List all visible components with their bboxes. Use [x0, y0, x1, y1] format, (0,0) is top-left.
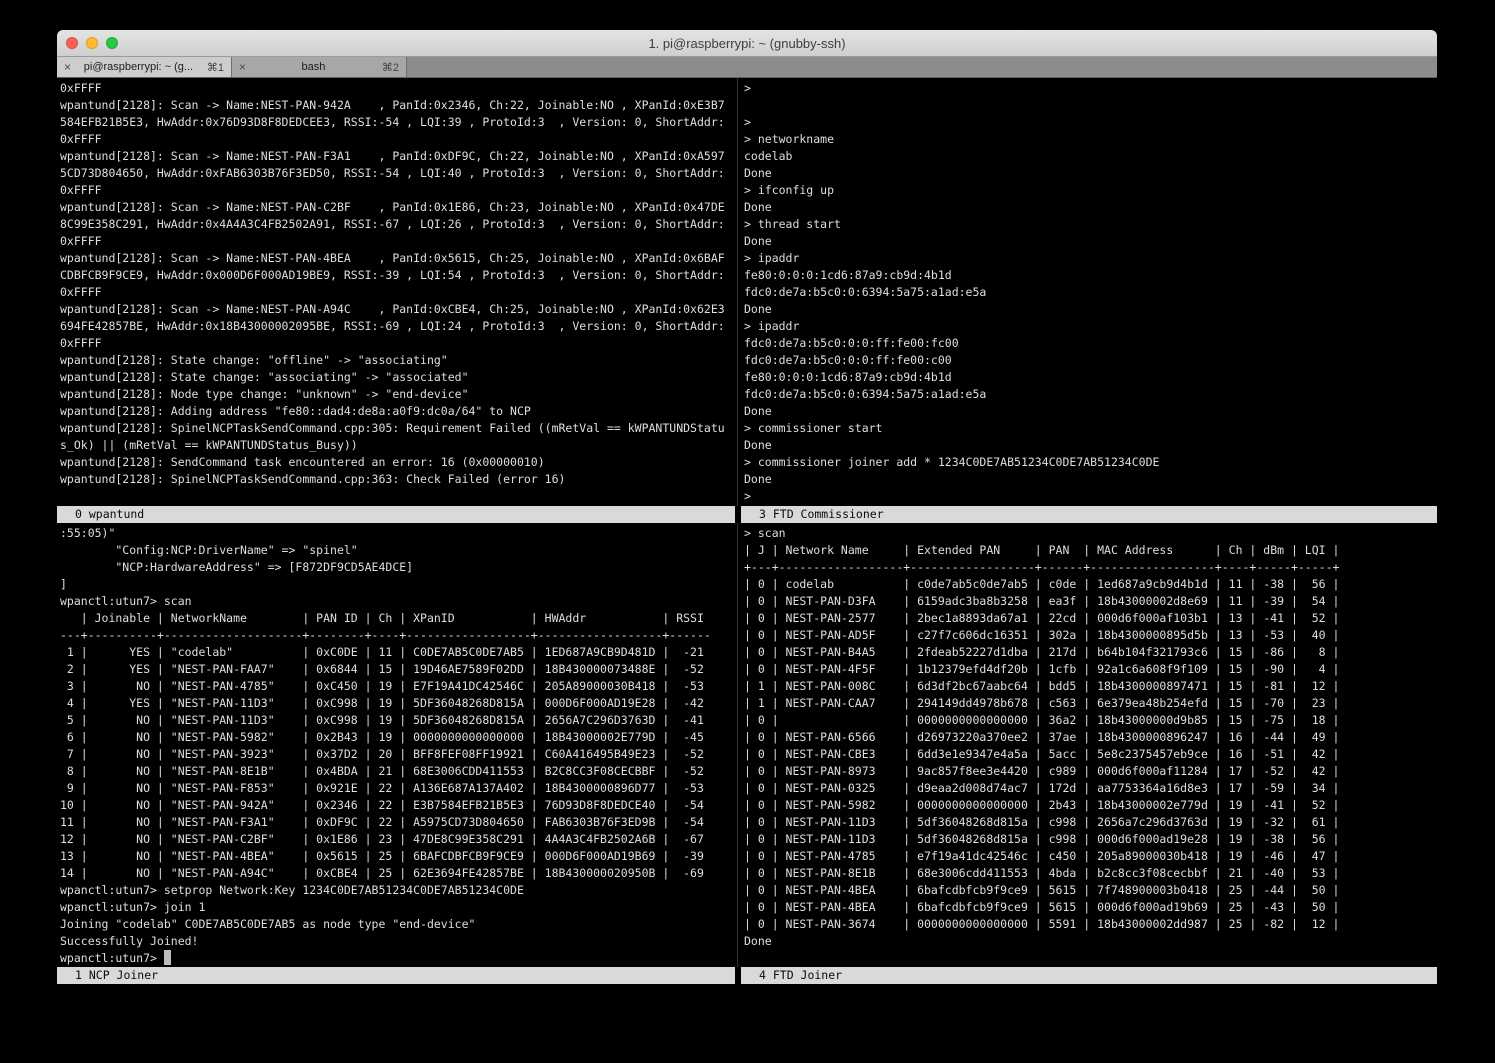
- traffic-lights: [57, 37, 118, 49]
- tmux-session: 0xFFFF wpantund[2128]: Scan -> Name:NEST…: [57, 78, 1437, 1035]
- minimize-window-button[interactable]: [86, 37, 98, 49]
- pane-title-wpantund: 0 wpantund: [57, 506, 735, 523]
- pane-wpantund-output[interactable]: 0xFFFF wpantund[2128]: Scan -> Name:NEST…: [57, 78, 735, 506]
- pane-ftd-commissioner-output[interactable]: > > > networkname codelab Done > ifconfi…: [741, 78, 1437, 506]
- pane-ncp-joiner[interactable]: :55:05)" "Config:NCP:DriverName" => "spi…: [57, 523, 735, 967]
- tab-label: pi@raspberrypi: ~ (g...: [76, 61, 201, 73]
- terminal-empty-area: [57, 984, 1437, 1035]
- close-tab-icon[interactable]: ×: [239, 60, 251, 74]
- tab-bash[interactable]: × bash ⌘2: [232, 57, 407, 77]
- desktop-background: 1. pi@raspberrypi: ~ (gnubby-ssh) × pi@r…: [0, 0, 1495, 1063]
- zoom-window-button[interactable]: [106, 37, 118, 49]
- pane-title-row-bottom: 1 NCP Joiner 4 FTD Joiner: [57, 967, 1437, 984]
- close-window-button[interactable]: [66, 37, 78, 49]
- pane-ftd-joiner-output[interactable]: > scan | J | Network Name | Extended PAN…: [741, 523, 1437, 967]
- pane-title-ftd-commissioner: 3 FTD Commissioner: [741, 506, 1437, 523]
- window-titlebar[interactable]: 1. pi@raspberrypi: ~ (gnubby-ssh): [57, 30, 1437, 57]
- tab-bar-empty-area: [407, 57, 1437, 77]
- tab-shortcut: ⌘2: [376, 61, 399, 74]
- tab-label: bash: [251, 61, 376, 73]
- pane-title-gap: [735, 967, 741, 984]
- tab-shortcut: ⌘1: [201, 61, 224, 74]
- pane-title-gap: [735, 506, 741, 523]
- vertical-pane-divider[interactable]: [735, 78, 741, 506]
- pane-title-row-top: 0 wpantund 3 FTD Commissioner: [57, 506, 1437, 523]
- pane-ncp-joiner-output[interactable]: :55:05)" "Config:NCP:DriverName" => "spi…: [57, 523, 735, 967]
- vertical-pane-divider[interactable]: [735, 523, 741, 967]
- terminal-cursor: [164, 950, 171, 965]
- close-tab-icon[interactable]: ×: [64, 60, 76, 74]
- terminal-window: 1. pi@raspberrypi: ~ (gnubby-ssh) × pi@r…: [57, 30, 1437, 1035]
- tab-ssh-session[interactable]: × pi@raspberrypi: ~ (g... ⌘1: [57, 57, 232, 77]
- tab-bar: × pi@raspberrypi: ~ (g... ⌘1 × bash ⌘2: [57, 57, 1437, 78]
- window-title: 1. pi@raspberrypi: ~ (gnubby-ssh): [57, 36, 1437, 51]
- pane-title-ncp-joiner: 1 NCP Joiner: [57, 967, 735, 984]
- pane-title-ftd-joiner: 4 FTD Joiner: [741, 967, 1437, 984]
